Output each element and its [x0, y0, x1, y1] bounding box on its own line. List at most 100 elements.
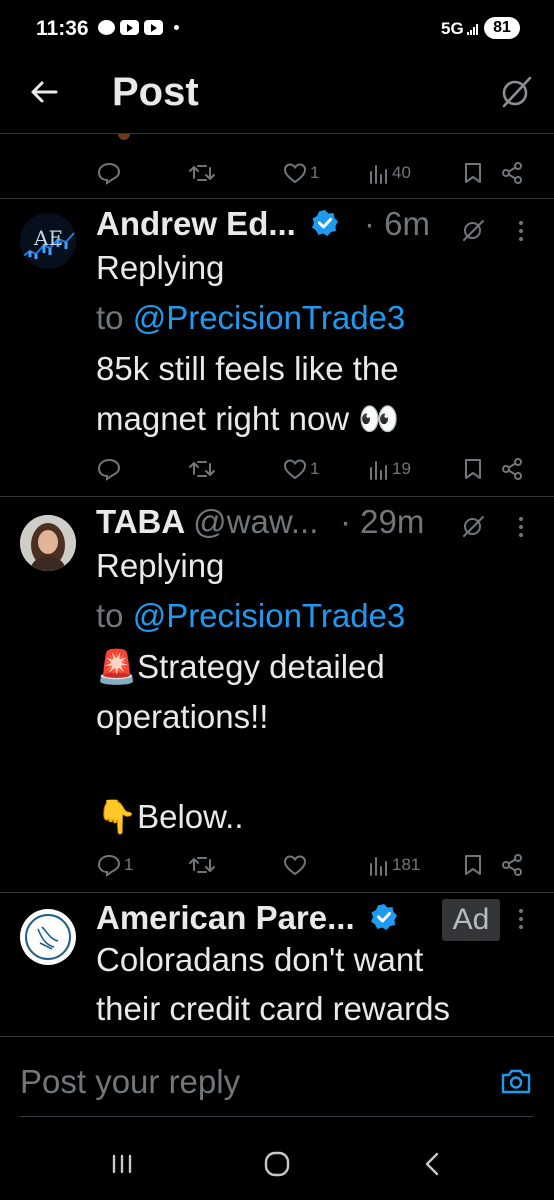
reply-button[interactable] — [96, 158, 122, 188]
view-count: 181 — [392, 855, 421, 874]
avatar[interactable]: AE — [20, 213, 76, 269]
heart-icon — [283, 855, 307, 876]
replying-to-prefix: to — [96, 597, 133, 634]
verified-badge-icon — [370, 904, 397, 931]
more-options-icon[interactable] — [518, 221, 524, 245]
author-handle: @waw... — [193, 503, 319, 540]
reply-icon — [97, 162, 121, 185]
heart-icon — [283, 459, 307, 480]
grok-icon[interactable] — [460, 217, 486, 243]
tweet-text-line: operations!! — [96, 698, 269, 735]
like-count: 1 — [310, 163, 320, 182]
heart-icon — [283, 163, 307, 184]
tweet-action-bar: 1 40 — [96, 158, 536, 188]
bookmark-icon — [465, 855, 481, 875]
more-options-icon[interactable] — [518, 517, 524, 541]
display-name: American Pare... — [96, 899, 355, 936]
views-icon — [370, 461, 387, 480]
repost-icon — [189, 165, 215, 181]
share-icon — [502, 854, 522, 876]
top-app-bar: Post — [0, 56, 554, 134]
avatar-photo-image — [20, 515, 76, 571]
page-title: Post — [112, 70, 199, 114]
reply-icon — [97, 458, 121, 481]
share-button[interactable] — [500, 158, 524, 188]
reply-input-underline — [20, 1116, 534, 1117]
back-nav-icon[interactable] — [420, 1150, 444, 1178]
display-name: TABA — [96, 503, 184, 540]
status-bar: 11:36 5G 81 — [0, 0, 554, 56]
tweet-text-line: magnet right now 👀 — [96, 400, 400, 437]
view-count: 40 — [392, 163, 411, 182]
repost-button[interactable] — [188, 850, 216, 880]
like-count: 1 — [310, 459, 320, 478]
previous-tweet-media-remnant — [118, 134, 130, 140]
back-arrow-icon[interactable] — [28, 76, 60, 108]
like-button[interactable]: 1 — [282, 158, 319, 188]
ad-badge: Ad — [442, 899, 500, 941]
display-name: Andrew Ed... — [96, 205, 296, 242]
tweet-action-bar: 1 181 — [96, 850, 536, 880]
replying-to: to @PrecisionTrade3 — [96, 299, 405, 337]
post-time[interactable]: · 6m — [364, 205, 430, 243]
author-name[interactable]: TABA @waw... — [96, 503, 318, 541]
reply-button[interactable] — [96, 454, 124, 484]
author-name[interactable]: American Pare... — [96, 899, 398, 937]
home-icon[interactable] — [263, 1150, 291, 1178]
like-button[interactable]: 1 — [282, 454, 319, 484]
repost-icon — [189, 857, 215, 873]
mention-link[interactable]: @PrecisionTrade3 — [133, 299, 406, 336]
notification-icons — [98, 20, 179, 35]
bookmark-icon — [465, 163, 481, 183]
post-time[interactable]: · 29m — [340, 503, 424, 541]
views-icon — [370, 165, 387, 184]
avatar[interactable] — [20, 515, 76, 571]
promoted-tweet[interactable]: American Pare... Ad Coloradans don't wan… — [0, 893, 554, 1036]
bookmark-button[interactable] — [462, 850, 484, 880]
repost-icon — [189, 461, 215, 477]
like-button[interactable] — [282, 850, 310, 880]
recent-apps-icon[interactable] — [110, 1150, 134, 1178]
youtube-icon — [144, 20, 163, 35]
signal-icon — [467, 23, 478, 35]
author-name[interactable]: Andrew Ed... — [96, 205, 339, 243]
avatar-logo-image — [25, 914, 71, 960]
camera-icon[interactable] — [500, 1067, 532, 1095]
mention-link[interactable]: @PrecisionTrade3 — [133, 597, 406, 634]
reply-input[interactable]: Post your reply — [20, 1063, 240, 1101]
verified-badge-icon — [312, 210, 339, 237]
bookmark-button[interactable] — [462, 158, 484, 188]
network-type: 5G — [441, 19, 464, 38]
view-count: 19 — [392, 459, 411, 478]
youtube-icon — [120, 20, 139, 35]
views-button[interactable]: 19 — [368, 454, 411, 484]
reply-icon — [97, 854, 121, 877]
repost-button[interactable] — [188, 158, 216, 188]
reply-count: 1 — [124, 855, 134, 874]
views-icon — [370, 857, 387, 876]
views-button[interactable]: 40 — [368, 158, 411, 188]
tweet-text-line: Coloradans don't want — [96, 941, 424, 978]
grok-icon[interactable] — [460, 513, 486, 539]
share-button[interactable] — [500, 850, 524, 880]
reply-tweet[interactable]: TABA @waw... · 29m Replying to @Precisio… — [0, 497, 554, 892]
status-time: 11:36 — [36, 17, 89, 40]
chat-bubble-icon — [98, 20, 115, 35]
avatar[interactable] — [20, 909, 76, 965]
reply-tweet[interactable]: AE Andrew Ed... · 6m Replying to @Precis… — [0, 199, 554, 496]
system-navigation-bar — [0, 1128, 554, 1200]
more-notifications-dot-icon — [174, 25, 179, 30]
views-button[interactable]: 181 — [368, 850, 420, 880]
tweet-text-line: 85k still feels like the — [96, 350, 399, 387]
reply-button[interactable]: 1 — [96, 850, 133, 880]
repost-button[interactable] — [188, 454, 216, 484]
share-icon — [502, 458, 522, 480]
bookmark-button[interactable] — [462, 454, 484, 484]
share-button[interactable] — [500, 454, 524, 484]
replying-label: Replying — [96, 249, 225, 286]
reply-composer: Post your reply — [0, 1036, 554, 1118]
grok-icon[interactable] — [498, 74, 534, 110]
tweet-text-line: 👇Below.. — [96, 798, 244, 835]
share-icon — [502, 162, 522, 184]
more-options-icon[interactable] — [518, 909, 524, 933]
